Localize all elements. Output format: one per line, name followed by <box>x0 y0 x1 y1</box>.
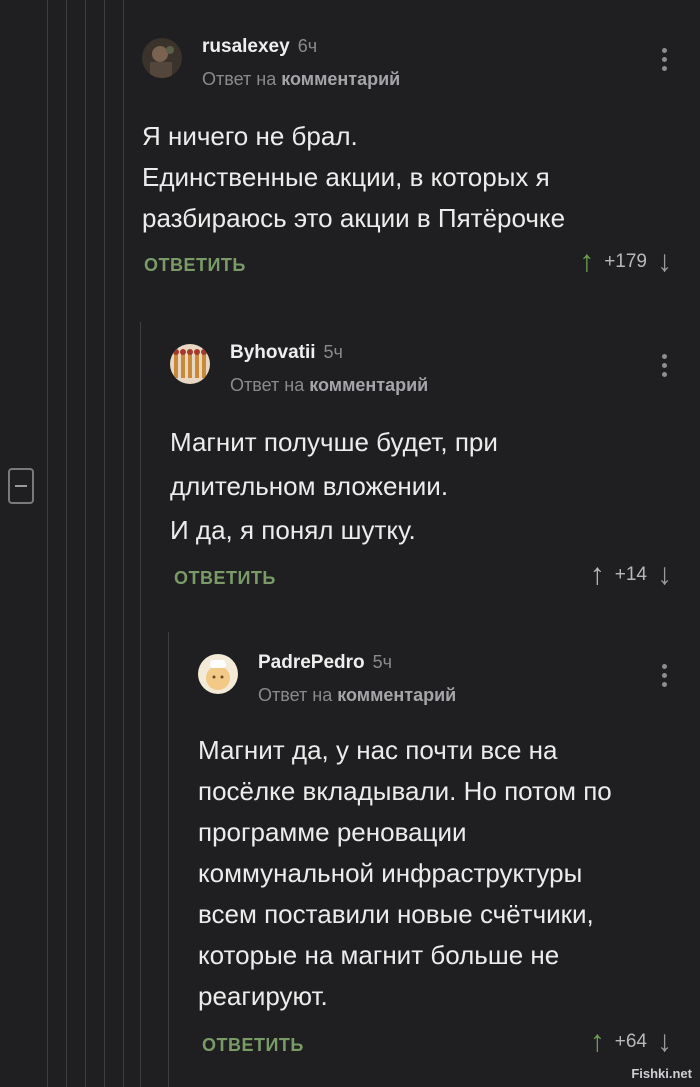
more-options-icon[interactable] <box>662 48 668 75</box>
comment-score: +179 <box>604 251 647 272</box>
reply-reference: Ответ на комментарий <box>202 69 401 89</box>
thread-line <box>66 0 67 1087</box>
arrow-up-icon[interactable]: ↑ <box>590 1027 605 1057</box>
arrow-down-icon[interactable]: ↓ <box>657 247 672 277</box>
reply-button[interactable]: ОТВЕТИТЬ <box>202 1035 304 1056</box>
comment-score: +14 <box>614 564 647 585</box>
comment: PadrePedro 5ч Ответ на комментарий Магнит… <box>198 652 682 1067</box>
arrow-up-icon[interactable]: ↑ <box>590 560 605 590</box>
avatar[interactable] <box>198 654 238 694</box>
reply-target-link[interactable]: комментарий <box>309 375 428 395</box>
thread-line <box>104 0 105 1087</box>
thread-line <box>168 632 169 1087</box>
reply-button[interactable]: ОТВЕТИТЬ <box>174 568 276 589</box>
comment-time: 6ч <box>297 36 318 56</box>
thread-line <box>47 0 48 1087</box>
thread-line <box>85 0 86 1087</box>
thread-line <box>140 322 141 1087</box>
reply-target-link[interactable]: комментарий <box>337 685 456 705</box>
more-options-icon[interactable] <box>662 664 668 691</box>
comment-author[interactable]: PadrePedro 5ч <box>258 652 392 674</box>
comment-author[interactable]: rusalexey 6ч <box>202 36 317 58</box>
reply-button[interactable]: ОТВЕТИТЬ <box>144 255 246 276</box>
comment-time: 5ч <box>323 342 343 362</box>
comment-author[interactable]: Byhovatii 5ч <box>230 342 343 364</box>
comment: rusalexey 6ч Ответ на комментарий Я ничег… <box>142 36 682 287</box>
arrow-down-icon[interactable]: ↓ <box>657 560 672 590</box>
comment-text: Магнит да, у нас почти все на посёлке вк… <box>198 735 612 1011</box>
reply-reference: Ответ на комментарий <box>230 375 429 395</box>
comment: Byhovatii 5ч Ответ на комментарий Магнит … <box>170 342 682 600</box>
thread-line <box>123 0 124 1087</box>
arrow-up-icon[interactable]: ↑ <box>579 247 594 277</box>
avatar[interactable] <box>170 344 210 384</box>
more-options-icon[interactable] <box>662 354 668 381</box>
comment-time: 5ч <box>372 652 393 672</box>
comment-score: +64 <box>614 1031 647 1052</box>
comment-text: Магнит получше будет, при длительном вло… <box>170 427 498 545</box>
reply-target-link[interactable]: комментарий <box>281 69 400 89</box>
watermark: Fishki.net <box>631 1066 692 1081</box>
reply-reference: Ответ на комментарий <box>258 685 457 705</box>
arrow-down-icon[interactable]: ↓ <box>657 1027 672 1057</box>
collapse-thread-button[interactable] <box>8 468 34 504</box>
comment-text: Я ничего не брал. Единственные акции, в … <box>142 121 566 233</box>
avatar[interactable] <box>142 38 182 78</box>
